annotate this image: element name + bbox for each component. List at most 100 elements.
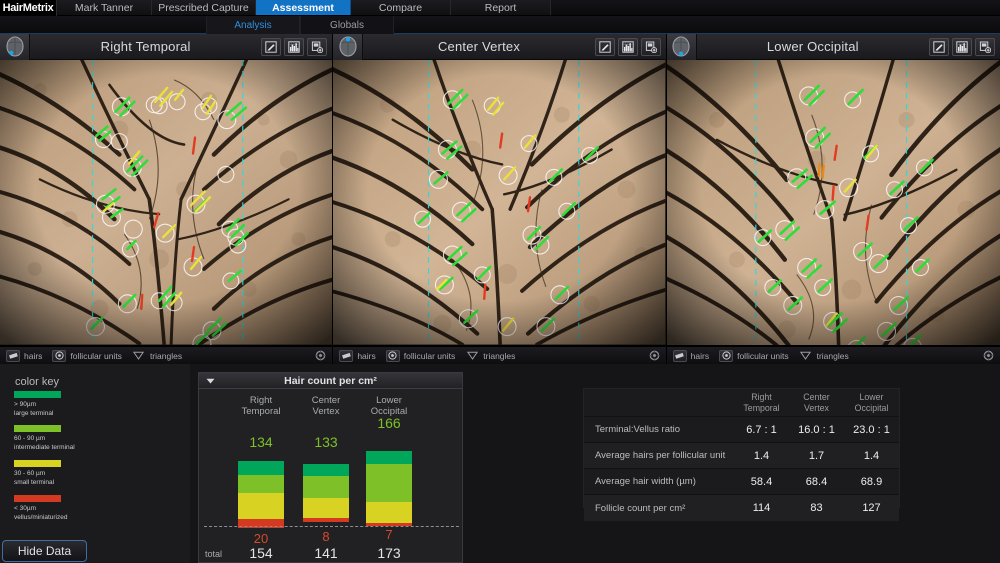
- add-image-icon[interactable]: [975, 38, 995, 56]
- chart-segment-large-terminal: [366, 451, 412, 464]
- panel-footer-center-vertex: hairs follicular units triangles: [333, 346, 665, 364]
- chart-terminal-total-center-vertex: 133: [286, 434, 366, 450]
- color-key-range-large-terminal: > 90µm: [14, 401, 61, 410]
- metrics-table-header-row: Right Temporal Center Vertex Lower Occip…: [584, 389, 899, 417]
- metrics-table-header-center-vertex: Center Vertex: [789, 389, 844, 414]
- scalp-image-lower-occipital[interactable]: [667, 60, 1000, 346]
- overlay-toggle-follicular-units[interactable]: follicular units: [52, 350, 122, 362]
- metrics-table: Right Temporal Center Vertex Lower Occip…: [583, 388, 900, 508]
- chart-category-line1: Lower: [349, 395, 429, 406]
- chart-bar-center-vertex[interactable]: [303, 464, 349, 522]
- metric-value-avg-hairs-per-fu-center-vertex: 1.7: [789, 450, 844, 462]
- color-swatch-vellus: [14, 495, 61, 502]
- grid-chart-icon[interactable]: [284, 38, 304, 56]
- chart-segment-large-terminal: [238, 461, 284, 475]
- subnav-spacer: [0, 16, 206, 33]
- color-swatch-intermediate-terminal: [14, 425, 61, 432]
- color-key-entry-small-terminal: 30 - 60 µm small terminal: [14, 460, 61, 488]
- nav-item-prescribed-capture[interactable]: Prescribed Capture: [152, 0, 256, 15]
- settings-gear-icon[interactable]: [649, 350, 660, 361]
- head-location-icon[interactable]: [333, 34, 363, 60]
- overlay-toggle-hairs[interactable]: hairs: [6, 350, 42, 362]
- hide-data-button[interactable]: Hide Data: [2, 540, 87, 562]
- color-key-name-small-terminal: small terminal: [14, 479, 61, 488]
- tab-globals[interactable]: Globals: [300, 16, 394, 34]
- chart-segment-small-terminal: [366, 502, 412, 523]
- metric-value-avg-hairs-per-fu-right-temporal: 1.4: [734, 450, 789, 462]
- hair-count-chart: Hair count per cm² Right Temporal Center…: [198, 372, 463, 563]
- metric-label-avg-hair-width: Average hair width (µm): [584, 476, 734, 487]
- overlay-toggle-follicular-units[interactable]: follicular units: [719, 350, 789, 362]
- overlay-toggle-triangles[interactable]: triangles: [465, 350, 515, 362]
- table-row: Average hair width (µm) 58.4 68.4 68.9: [584, 469, 899, 495]
- hairmetrix-app: HairMetrix Mark Tanner Prescribed Captur…: [0, 0, 1000, 563]
- triangles-icon: [799, 350, 813, 362]
- metric-value-avg-hair-width-right-temporal: 58.4: [734, 476, 789, 488]
- overlay-toggle-triangles[interactable]: triangles: [132, 350, 182, 362]
- add-image-icon[interactable]: [307, 38, 327, 56]
- grid-chart-icon[interactable]: [618, 38, 638, 56]
- overlay-toggle-hairs[interactable]: hairs: [339, 350, 375, 362]
- overlay-toggle-hairs[interactable]: hairs: [673, 350, 709, 362]
- app-logo-text: HairMetrix: [3, 2, 54, 14]
- color-key-entry-intermediate-terminal: 60 - 90 µm intermediate terminal: [14, 425, 61, 453]
- settings-gear-icon[interactable]: [315, 350, 326, 361]
- chart-terminal-total-lower-occipital: 166: [349, 415, 429, 431]
- table-row: Follicle count per cm² 114 83 127: [584, 495, 899, 521]
- panel-header-lower-occipital: Lower Occipital: [667, 34, 1000, 60]
- metric-value-avg-hair-width-lower-occipital: 68.9: [844, 476, 899, 488]
- hairs-icon: [6, 350, 20, 362]
- chart-bar-lower-occipital[interactable]: [366, 451, 412, 526]
- panel-title-lower-occipital: Lower Occipital: [697, 39, 929, 54]
- scalp-image-right-temporal[interactable]: [0, 60, 332, 346]
- chevron-down-icon[interactable]: [204, 376, 216, 386]
- metric-value-follicle-count-center-vertex: 83: [789, 502, 844, 514]
- subnav-filler: [394, 16, 1000, 33]
- nav-item-assessment[interactable]: Assessment: [256, 0, 351, 15]
- follicular-units-icon: [719, 350, 733, 362]
- tab-globals-label: Globals: [330, 20, 364, 31]
- color-swatch-large-terminal: [14, 391, 61, 398]
- overlay-label-follicular-units: follicular units: [737, 351, 789, 361]
- follicular-units-icon: [52, 350, 66, 362]
- overlay-label-hairs: hairs: [24, 351, 42, 361]
- nav-item-assessment-label: Assessment: [272, 2, 334, 14]
- nav-item-report-label: Report: [485, 2, 517, 14]
- chart-segment-small-terminal: [303, 498, 349, 518]
- header-line2: Temporal: [734, 403, 789, 414]
- metrics-table-header-lower-occipital: Lower Occipital: [844, 389, 899, 414]
- color-key-name-intermediate-terminal: intermediate terminal: [14, 444, 61, 453]
- tab-analysis-label: Analysis: [234, 20, 271, 31]
- nav-item-patient[interactable]: Mark Tanner: [57, 0, 152, 15]
- panel-footer-right-temporal: hairs follicular units triangles: [0, 346, 332, 364]
- tab-analysis[interactable]: Analysis: [206, 16, 300, 34]
- panel-footer-lower-occipital: hairs follicular units triangles: [667, 346, 1000, 364]
- scalp-image-center-vertex[interactable]: [333, 60, 665, 346]
- hair-count-chart-title: Hair count per cm²: [284, 375, 377, 387]
- panel-lower-occipital: Lower Occipital: [667, 34, 1000, 364]
- table-row: Average hairs per follicular unit 1.4 1.…: [584, 443, 899, 469]
- header-line1: Lower: [844, 392, 899, 403]
- triangles-icon: [465, 350, 479, 362]
- overlay-toggle-follicular-units[interactable]: follicular units: [386, 350, 456, 362]
- edit-icon[interactable]: [261, 38, 281, 56]
- settings-gear-icon[interactable]: [983, 350, 994, 361]
- header-line2: Vertex: [789, 403, 844, 414]
- head-location-icon[interactable]: [0, 34, 30, 60]
- panel-tools-lower-occipital: [929, 38, 1000, 56]
- add-image-icon[interactable]: [641, 38, 661, 56]
- overlay-toggle-triangles[interactable]: triangles: [799, 350, 849, 362]
- grid-chart-icon[interactable]: [952, 38, 972, 56]
- hide-data-button-label: Hide Data: [18, 544, 71, 558]
- metric-label-avg-hairs-per-fu: Average hairs per follicular unit: [584, 450, 734, 461]
- nav-item-patient-label: Mark Tanner: [75, 2, 133, 14]
- edit-icon[interactable]: [929, 38, 949, 56]
- chart-bar-right-temporal[interactable]: [238, 461, 284, 528]
- nav-item-compare-label: Compare: [379, 2, 422, 14]
- panel-right-temporal: Right Temporal: [0, 34, 333, 364]
- chart-segment-vellus: [303, 518, 349, 522]
- edit-icon[interactable]: [595, 38, 615, 56]
- head-location-icon[interactable]: [667, 34, 697, 60]
- nav-item-compare[interactable]: Compare: [351, 0, 451, 15]
- nav-item-report[interactable]: Report: [451, 0, 551, 15]
